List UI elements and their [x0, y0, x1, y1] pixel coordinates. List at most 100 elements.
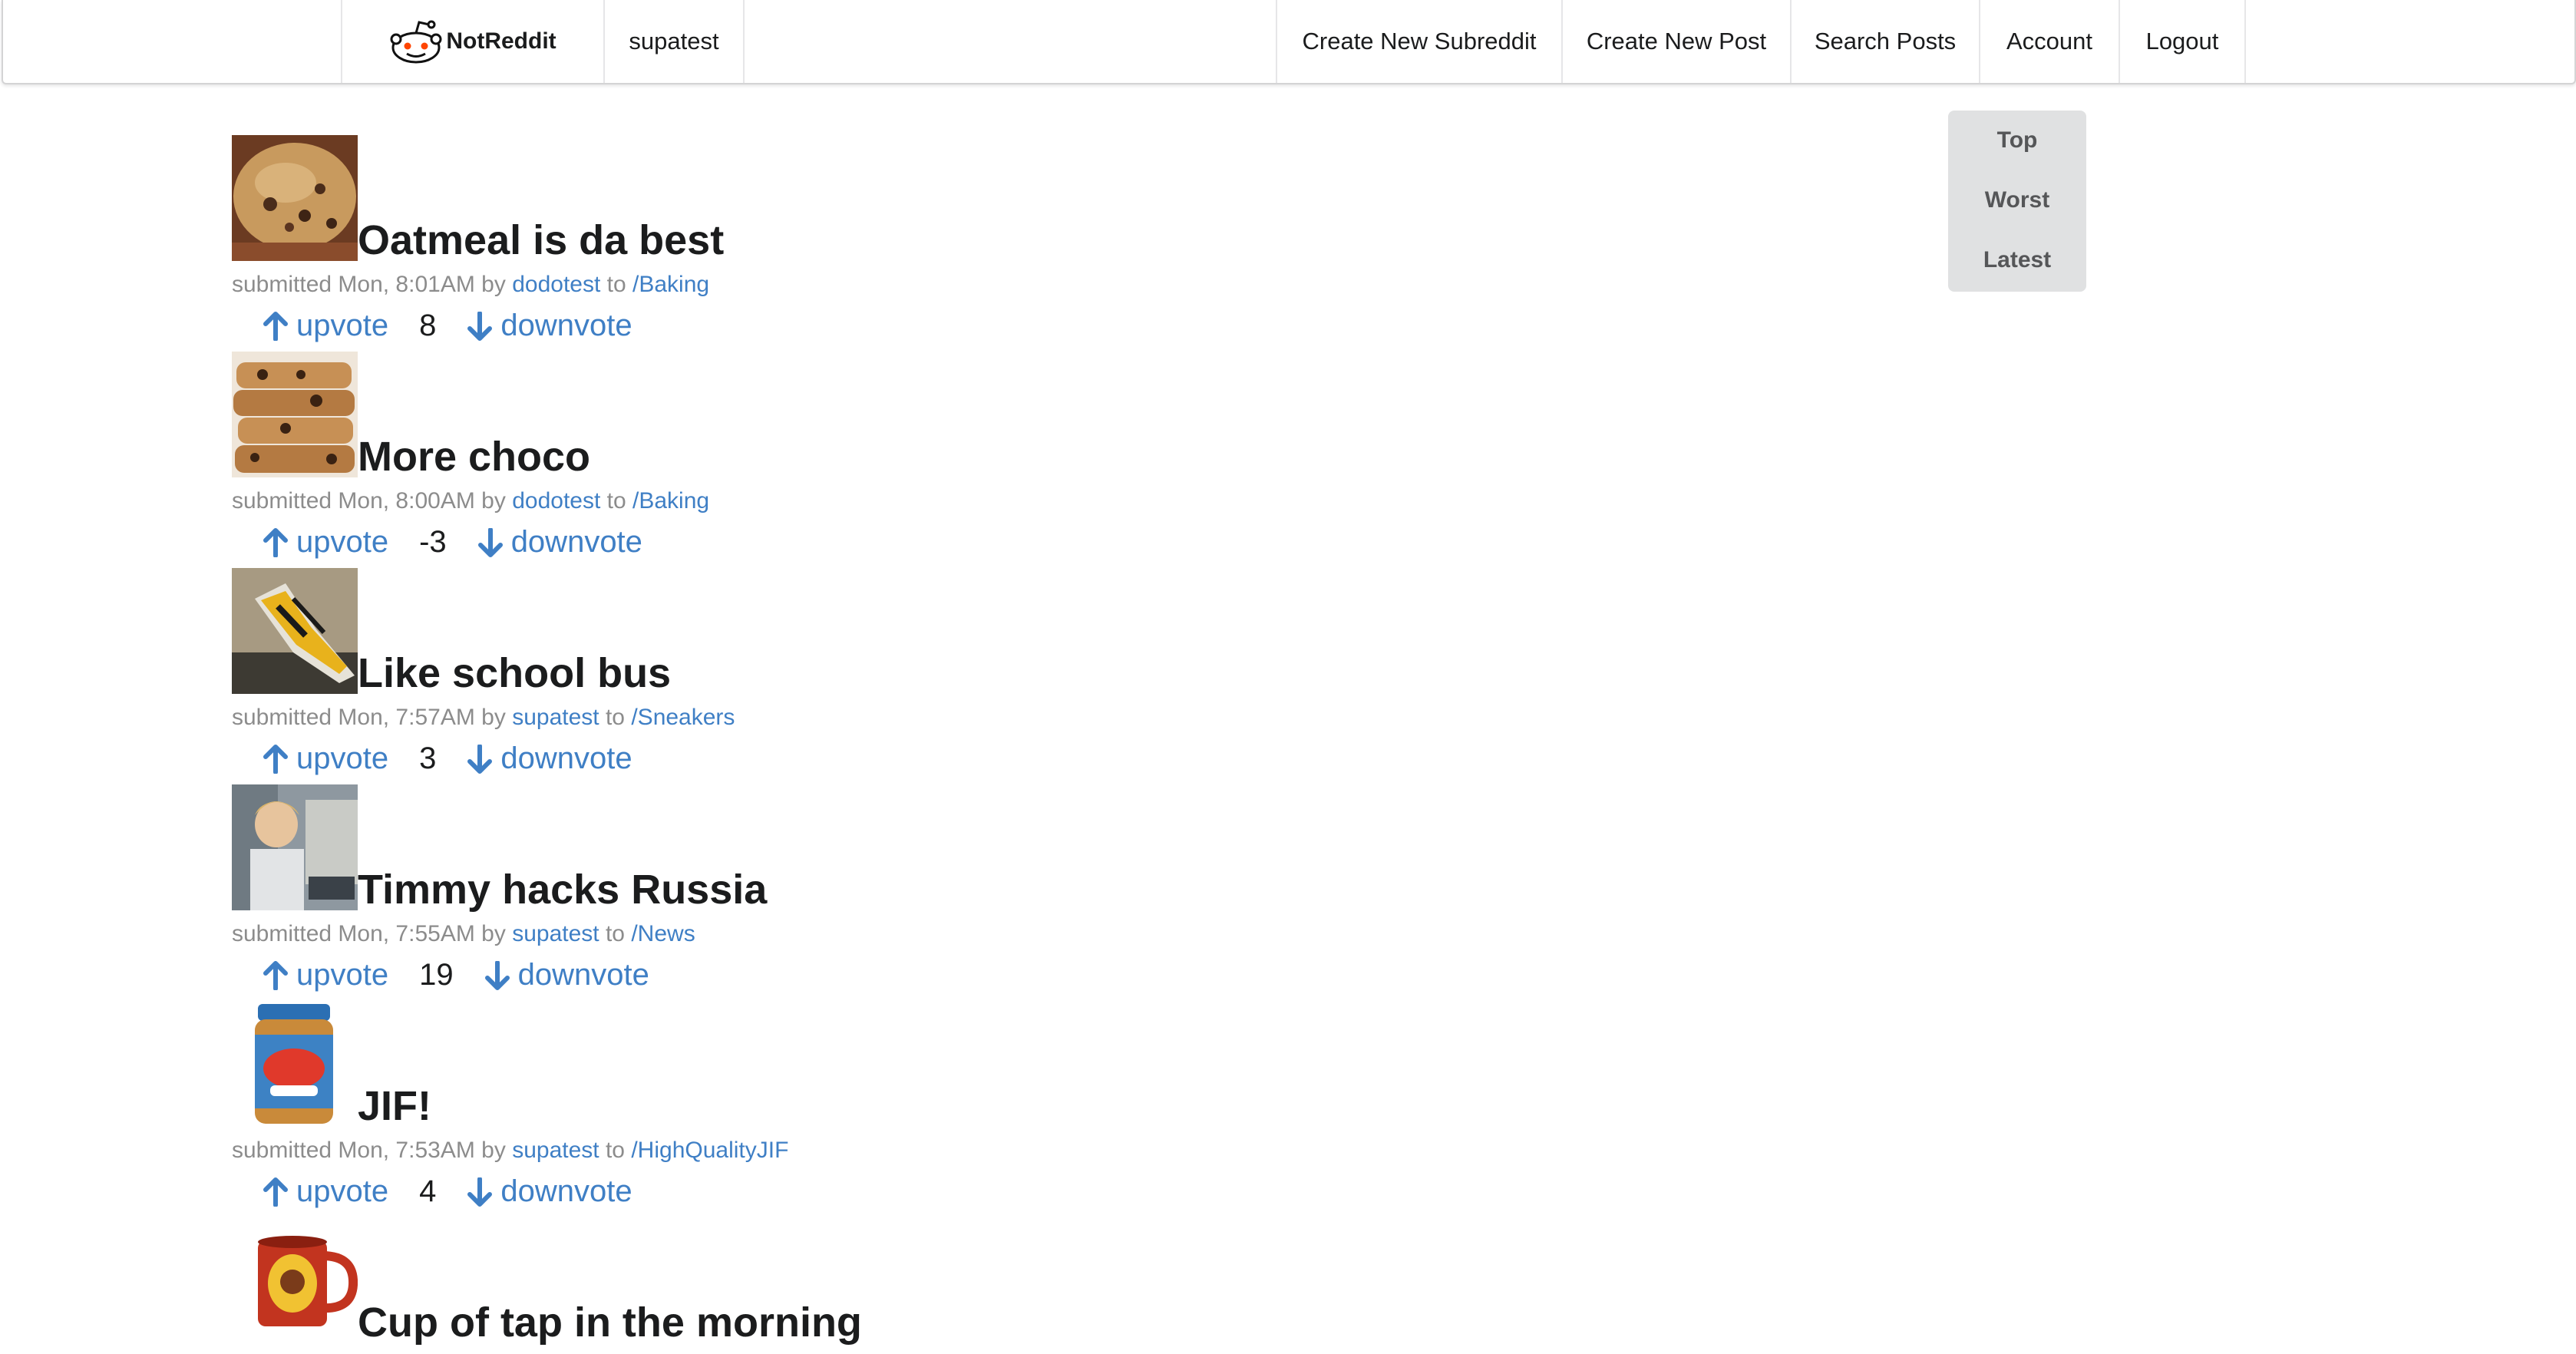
logout-link[interactable]: Logout: [2120, 0, 2244, 83]
brand-name: NotReddit: [446, 28, 556, 54]
arrow-down-icon: [467, 744, 493, 774]
post-title[interactable]: Oatmeal is da best: [358, 216, 724, 264]
upvote-button[interactable]: upvote: [263, 309, 388, 343]
post-score: 19: [419, 958, 454, 992]
submitted-time: submitted Mon, 8:00AM: [232, 488, 475, 514]
by-label: by: [481, 921, 506, 946]
post-thumbnail[interactable]: [232, 568, 358, 694]
post-title[interactable]: JIF!: [358, 1082, 431, 1130]
vote-row: upvote 4 downvote: [263, 1174, 632, 1209]
downvote-label: downvote: [500, 309, 632, 342]
subreddit-link[interactable]: /HighQualityJIF: [631, 1138, 788, 1163]
arrow-up-icon: [263, 744, 288, 774]
to-label: to: [605, 921, 625, 946]
username-menu-item[interactable]: supatest: [605, 0, 743, 83]
arrow-up-icon: [263, 960, 288, 990]
downvote-label: downvote: [510, 525, 642, 559]
subreddit-link[interactable]: /Baking: [632, 272, 709, 297]
by-label: by: [481, 488, 506, 514]
post-title[interactable]: More choco: [358, 433, 590, 481]
post-meta: submitted Mon, 7:55AM by supatest to /Ne…: [232, 921, 695, 947]
top-menu-bar: NotReddit supatest Create New Subreddit …: [2, 0, 2576, 84]
upvote-button[interactable]: upvote: [263, 525, 388, 560]
post-title[interactable]: Like school bus: [358, 649, 671, 697]
downvote-button[interactable]: downvote: [477, 525, 642, 560]
author-link[interactable]: dodotest: [512, 272, 600, 297]
post-score: 8: [419, 309, 437, 342]
upvote-button[interactable]: upvote: [263, 741, 388, 776]
author-link[interactable]: supatest: [512, 1138, 599, 1163]
tapatio-mug-image: [232, 1217, 358, 1343]
vote-row: upvote 3 downvote: [263, 741, 632, 776]
chocolate-cookie-stack-image: [232, 352, 358, 477]
downvote-label: downvote: [517, 958, 649, 992]
upvote-label: upvote: [296, 741, 389, 775]
subreddit-link[interactable]: /Sneakers: [631, 705, 735, 730]
arrow-up-icon: [263, 311, 288, 341]
author-link[interactable]: dodotest: [512, 488, 600, 514]
post-meta: submitted Mon, 8:01AM by dodotest to /Ba…: [232, 272, 709, 298]
post-meta: submitted Mon, 7:57AM by supatest to /Sn…: [232, 705, 735, 731]
upvote-label: upvote: [296, 1174, 389, 1208]
to-label: to: [605, 1138, 625, 1163]
create-post-link[interactable]: Create New Post: [1563, 0, 1790, 83]
arrow-up-icon: [263, 1177, 288, 1207]
post-meta: submitted Mon, 7:53AM by supatest to /Hi…: [232, 1138, 788, 1164]
create-subreddit-link[interactable]: Create New Subreddit: [1277, 0, 1561, 83]
subreddit-link[interactable]: /Baking: [632, 488, 709, 514]
kid-at-computer-image: [232, 784, 358, 910]
post-title[interactable]: Timmy hacks Russia: [358, 866, 767, 913]
arrow-down-icon: [467, 311, 493, 341]
by-label: by: [481, 272, 506, 297]
subreddit-link[interactable]: /News: [631, 921, 695, 946]
author-link[interactable]: supatest: [512, 921, 599, 946]
search-posts-link[interactable]: Search Posts: [1792, 0, 1979, 83]
skippy-jar-image: [232, 1001, 358, 1127]
author-link[interactable]: supatest: [512, 705, 599, 730]
sort-latest-button[interactable]: Latest: [1948, 230, 2086, 290]
arrow-down-icon: [467, 1177, 493, 1207]
reddit-alien-logo-icon: [390, 20, 442, 64]
sort-menu: Top Worst Latest: [1948, 111, 2086, 292]
downvote-label: downvote: [500, 741, 632, 775]
sort-top-button[interactable]: Top: [1948, 111, 2086, 170]
to-label: to: [606, 488, 626, 514]
submitted-time: submitted Mon, 8:01AM: [232, 272, 475, 297]
to-label: to: [605, 705, 625, 730]
yellow-sneaker-image: [232, 568, 358, 694]
upvote-button[interactable]: upvote: [263, 1174, 388, 1209]
upvote-label: upvote: [296, 525, 389, 559]
menu-divider: [2244, 0, 2246, 83]
downvote-label: downvote: [500, 1174, 632, 1208]
downvote-button[interactable]: downvote: [467, 309, 632, 343]
post-score: 4: [419, 1174, 437, 1208]
arrow-up-icon: [263, 527, 288, 557]
post-thumbnail[interactable]: [232, 784, 358, 910]
vote-row: upvote 8 downvote: [263, 309, 632, 343]
post-score: 3: [419, 741, 437, 775]
downvote-button[interactable]: downvote: [484, 958, 649, 992]
vote-row: upvote 19 downvote: [263, 958, 649, 992]
by-label: by: [481, 705, 506, 730]
account-link[interactable]: Account: [1980, 0, 2119, 83]
downvote-button[interactable]: downvote: [467, 1174, 632, 1209]
by-label: by: [481, 1138, 506, 1163]
post-thumbnail[interactable]: [232, 352, 358, 477]
upvote-label: upvote: [296, 309, 389, 342]
post-thumbnail[interactable]: [232, 135, 358, 261]
to-label: to: [606, 272, 626, 297]
post-thumbnail[interactable]: [232, 1001, 358, 1127]
post-title[interactable]: Cup of tap in the morning: [358, 1299, 862, 1346]
post-thumbnail[interactable]: [232, 1217, 358, 1343]
brand-home-link[interactable]: NotReddit: [342, 0, 603, 83]
upvote-button[interactable]: upvote: [263, 958, 388, 992]
page: NotReddit supatest Create New Subreddit …: [0, 0, 2576, 1354]
submitted-time: submitted Mon, 7:55AM: [232, 921, 475, 946]
arrow-down-icon: [484, 960, 510, 990]
sort-worst-button[interactable]: Worst: [1948, 170, 2086, 230]
downvote-button[interactable]: downvote: [467, 741, 632, 776]
vote-row: upvote -3 downvote: [263, 525, 642, 560]
submitted-time: submitted Mon, 7:53AM: [232, 1138, 475, 1163]
post-score: -3: [419, 525, 447, 559]
arrow-down-icon: [477, 527, 503, 557]
